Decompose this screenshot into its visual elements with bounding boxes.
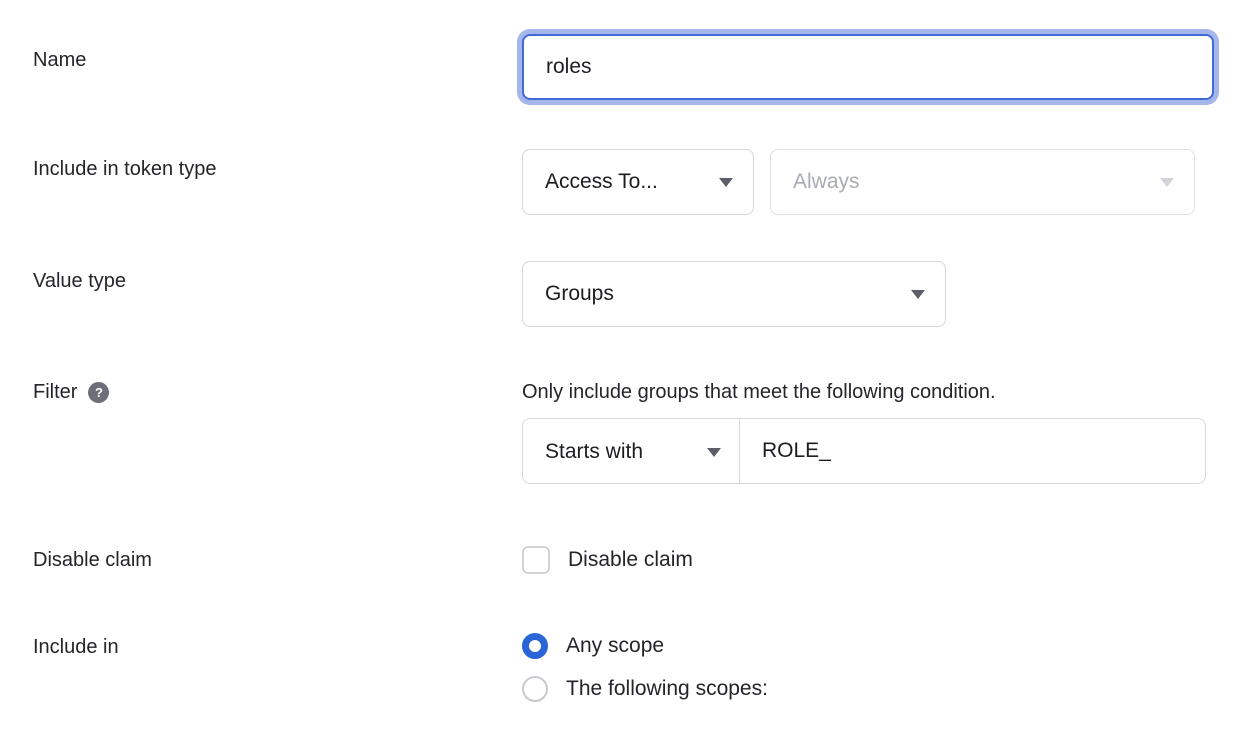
label-value-type-text: Value type <box>33 269 126 293</box>
label-include-in: Include in <box>33 635 119 659</box>
label-filter: Filter ? <box>33 380 109 404</box>
chevron-down-icon <box>719 178 733 187</box>
field-disable-claim: Disable claim <box>522 546 693 574</box>
token-type-select[interactable]: Access To... <box>522 149 754 215</box>
token-type-select-value: Access To... <box>545 170 658 194</box>
include-in-option-following-scopes[interactable]: The following scopes: <box>522 676 768 702</box>
token-when-select-value: Always <box>793 170 860 194</box>
field-filter: Only include groups that meet the follow… <box>522 380 1206 484</box>
field-name <box>522 34 1214 100</box>
label-value-type: Value type <box>33 269 126 293</box>
label-name-text: Name <box>33 48 86 72</box>
field-value-type: Groups <box>522 261 946 327</box>
radio-any-scope-label: Any scope <box>566 634 664 658</box>
filter-operand-input[interactable] <box>740 419 1205 483</box>
filter-operator-select[interactable]: Starts with <box>523 419 740 484</box>
disable-claim-checkbox[interactable] <box>522 546 550 574</box>
label-include-in-token-type-text: Include in token type <box>33 157 216 181</box>
chevron-down-icon <box>707 448 721 457</box>
radio-following-scopes[interactable] <box>522 676 548 702</box>
label-include-in-text: Include in <box>33 635 119 659</box>
disable-claim-checkbox-label: Disable claim <box>568 548 693 572</box>
field-include-in: Any scope The following scopes: <box>522 633 768 702</box>
name-input[interactable] <box>522 34 1214 100</box>
filter-operator-value: Starts with <box>545 440 643 464</box>
filter-description: Only include groups that meet the follow… <box>522 380 1206 404</box>
filter-condition-group: Starts with <box>522 418 1206 484</box>
field-include-in-token-type: Access To... Always <box>522 149 1195 215</box>
value-type-select-value: Groups <box>545 282 614 306</box>
value-type-select[interactable]: Groups <box>522 261 946 327</box>
label-name: Name <box>33 48 86 72</box>
include-in-option-any-scope[interactable]: Any scope <box>522 633 768 659</box>
label-disable-claim-text: Disable claim <box>33 548 152 572</box>
radio-any-scope[interactable] <box>522 633 548 659</box>
help-question-icon[interactable]: ? <box>88 382 109 403</box>
label-include-in-token-type: Include in token type <box>33 157 216 181</box>
label-filter-text: Filter <box>33 380 77 404</box>
claim-form: Name Include in token type Access To... … <box>0 0 1250 748</box>
token-when-select[interactable]: Always <box>770 149 1195 215</box>
radio-following-scopes-label: The following scopes: <box>566 677 768 701</box>
chevron-down-icon <box>911 290 925 299</box>
chevron-down-icon <box>1160 178 1174 187</box>
label-disable-claim: Disable claim <box>33 548 152 572</box>
disable-claim-checkbox-row[interactable]: Disable claim <box>522 546 693 574</box>
